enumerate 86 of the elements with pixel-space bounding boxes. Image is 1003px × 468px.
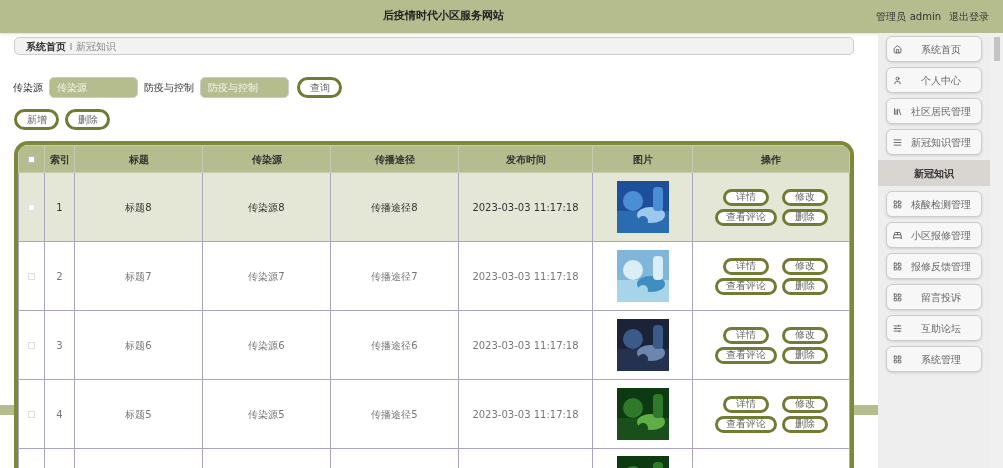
grid-icon: [893, 354, 902, 364]
sidebar-item[interactable]: 个人中心: [886, 67, 982, 93]
separator-icon: [70, 42, 72, 50]
sidebar-subitem[interactable]: 新冠知识: [878, 160, 990, 186]
column-header: 传播途径: [330, 145, 459, 173]
header-checkbox[interactable]: [28, 156, 35, 163]
column-header: 图片: [592, 145, 693, 173]
user-label: 管理员 admin: [876, 10, 941, 24]
table-cell: 标题5: [74, 379, 203, 449]
table-cell: 传染源8: [202, 172, 331, 242]
table-cell: 传播途径7: [330, 241, 459, 311]
sidebar-item[interactable]: 新冠知识管理: [886, 129, 982, 155]
comments-button[interactable]: 查看评论: [714, 415, 777, 433]
table-cell: 传染源6: [202, 310, 331, 380]
details-button[interactable]: 详情: [722, 326, 769, 344]
table-cell: 标题8: [74, 172, 203, 242]
table-cell: 传染源5: [202, 379, 331, 449]
comments-button[interactable]: 查看评论: [714, 277, 777, 295]
delete-button[interactable]: 删除: [65, 109, 110, 130]
table-cell: 1: [44, 172, 75, 242]
table-cell: 传播途径6: [330, 310, 459, 380]
edit-button[interactable]: 修改: [781, 326, 828, 344]
edit-button[interactable]: 修改: [781, 395, 828, 413]
table-row[interactable]: 1 标题8 传染源8 传播途径8 2023-03-03 11:17:18 详情 修改 查看评论 删除: [18, 172, 850, 242]
bed-icon: [893, 230, 902, 240]
logout-link[interactable]: 退出登录: [949, 9, 989, 24]
search-field[interactable]: 传染源: [49, 77, 138, 98]
sidebar-item[interactable]: 社区居民管理: [886, 98, 982, 124]
add-button[interactable]: 新增: [14, 109, 59, 130]
details-button[interactable]: 详情: [722, 395, 769, 413]
breadcrumb-link[interactable]: 系统首页: [26, 38, 66, 54]
column-header: 索引: [44, 145, 75, 173]
column-header: 操作: [692, 145, 850, 173]
search-field[interactable]: 防疫与控制: [200, 77, 289, 98]
sidebar-item[interactable]: 报修反馈管理: [886, 253, 982, 279]
grid-icon: [893, 261, 902, 271]
table-row[interactable]: 2 标题7 传染源7 传播途径7 2023-03-03 11:17:18 详情 修改 查看评论 删除: [18, 241, 850, 311]
details-button[interactable]: 详情: [722, 188, 769, 206]
sidebar-item[interactable]: 系统首页: [886, 36, 982, 62]
table-cell: 2023-03-03 11:17:18: [458, 310, 593, 380]
table-cell: 4: [44, 379, 75, 449]
field-label: 防疫与控制: [144, 81, 194, 95]
comments-button[interactable]: 查看评论: [714, 346, 777, 364]
sliders-icon: [893, 323, 902, 333]
search-button[interactable]: 查询: [297, 77, 342, 98]
site-title: 后疫情时代小区服务网站: [382, 8, 504, 25]
sidebar-item[interactable]: 小区报修管理: [886, 222, 982, 248]
home-icon: [893, 44, 902, 54]
delete-button[interactable]: 删除: [781, 346, 828, 364]
column-header: 传染源: [202, 145, 331, 173]
table-cell: 标题7: [74, 241, 203, 311]
table-cell: 3: [44, 310, 75, 380]
column-header: 标题: [74, 145, 203, 173]
table-row[interactable]: 4 标题5 传染源5 传播途径5 2023-03-03 11:17:18 详情 修改 查看评论 删除: [18, 379, 850, 449]
row-checkbox[interactable]: [28, 273, 35, 280]
row-checkbox[interactable]: [28, 342, 35, 349]
delete-button[interactable]: 删除: [781, 277, 828, 295]
sidebar-item[interactable]: 留言投诉: [886, 284, 982, 310]
table-cell: 2023-03-03 11:17:18: [458, 241, 593, 311]
table-row[interactable]: 3 标题6 传染源6 传播途径6 2023-03-03 11:17:18 详情 修改 查看评论 删除: [18, 310, 850, 380]
row-checkbox[interactable]: [28, 411, 35, 418]
breadcrumb-link[interactable]: 新冠知识: [76, 38, 116, 54]
user-icon: [893, 75, 902, 85]
grid-icon: [893, 199, 902, 209]
books-icon: [893, 106, 902, 116]
table-cell: 2: [44, 241, 75, 311]
edit-button[interactable]: 修改: [781, 188, 828, 206]
delete-button[interactable]: 删除: [781, 208, 828, 226]
list-icon: [893, 137, 902, 147]
sidebar-item[interactable]: 系统管理: [886, 346, 982, 372]
table-cell: 2023-03-03 11:17:18: [458, 172, 593, 242]
sidebar-item[interactable]: 互助论坛: [886, 315, 982, 341]
comments-button[interactable]: 查看评论: [714, 208, 777, 226]
delete-button[interactable]: 删除: [781, 415, 828, 433]
table-cell: 标题6: [74, 310, 203, 380]
table-cell: 传染源7: [202, 241, 331, 311]
details-button[interactable]: 详情: [722, 257, 769, 275]
field-label: 传染源: [13, 81, 43, 95]
row-checkbox[interactable]: [28, 204, 35, 211]
sidebar-item[interactable]: 核酸检测管理: [886, 191, 982, 217]
grid-icon: [893, 292, 902, 302]
table-cell: 传播途径8: [330, 172, 459, 242]
table-cell: 传播途径5: [330, 379, 459, 449]
table-cell: 2023-03-03 11:17:18: [458, 379, 593, 449]
edit-button[interactable]: 修改: [781, 257, 828, 275]
column-header: 发布时间: [458, 145, 593, 173]
